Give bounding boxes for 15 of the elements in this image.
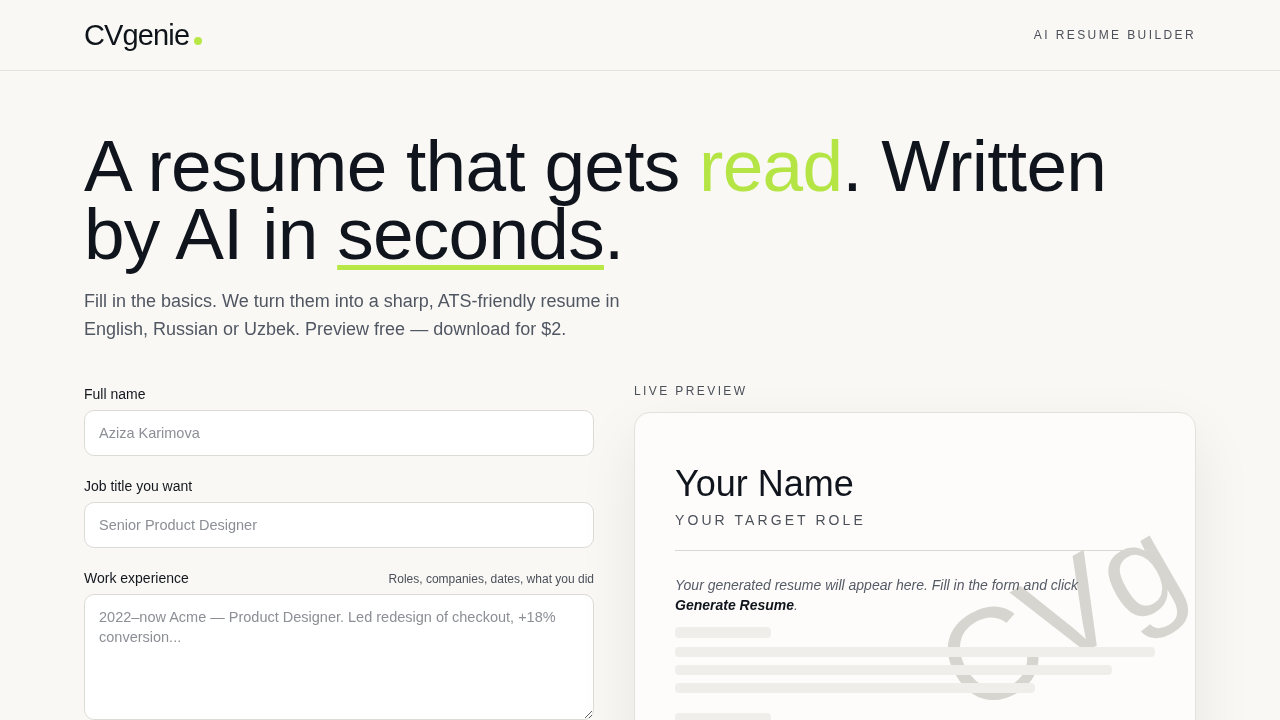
- logo-text: CVgenie: [84, 20, 190, 50]
- field-label: Work experience: [84, 569, 189, 588]
- field-label: Full name: [84, 385, 146, 404]
- text-field[interactable]: Senior Product Designer: [84, 502, 594, 548]
- resume-role: YOUR TARGET ROLE: [675, 511, 867, 530]
- resume-name: Your Name: [675, 462, 855, 506]
- text-area-field[interactable]: 2022–now Acme — Product Designer. Led redesign of checkout, +18% conversion...: [84, 594, 594, 720]
- section-label: LIVE PREVIEW: [634, 384, 748, 398]
- subtitle: Fill in the basics. We turn them into a sharp, ATS-friendly resume in English, Russian or Uzbek. Preview free — download for $2.: [84, 290, 621, 341]
- tagline: AI RESUME BUILDER: [1033, 28, 1196, 42]
- field-label: Job title you want: [84, 477, 193, 496]
- dot-icon: [194, 36, 203, 45]
- headline: A resume that gets read. Written by AI in seconds.: [84, 132, 1108, 276]
- text-field[interactable]: Aziza Karimova: [84, 410, 594, 456]
- field-hint: Roles, companies, dates, what you did: [388, 571, 594, 588]
